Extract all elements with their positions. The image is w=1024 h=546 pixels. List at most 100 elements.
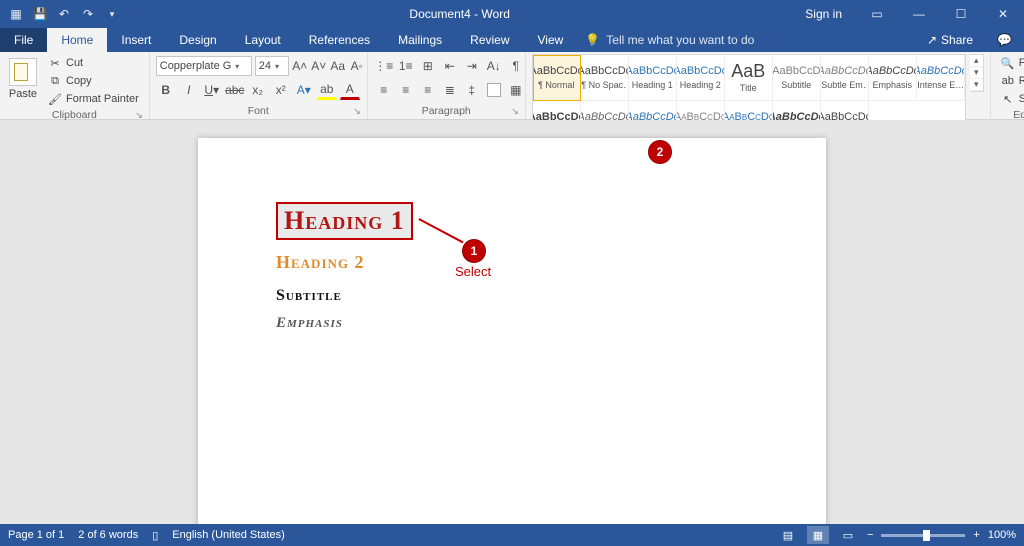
save-icon[interactable]: 💾 <box>30 3 50 25</box>
status-words[interactable]: 2 of 6 words <box>78 529 138 541</box>
shading-button[interactable] <box>484 80 504 100</box>
italic-button[interactable]: I <box>179 80 199 100</box>
ribbon-options-icon[interactable]: ▭ <box>856 3 898 25</box>
align-right-button[interactable]: ≡ <box>418 80 438 100</box>
style-item[interactable]: AaBbCcDc¶ Normal <box>533 55 581 101</box>
page[interactable]: Heading 1 Heading 2 Subtitle Emphasis <box>198 138 826 524</box>
gallery-scroll-down[interactable]: ▾ <box>970 67 983 79</box>
sort-button[interactable]: A↓ <box>484 56 504 76</box>
zoom-slider[interactable] <box>881 534 965 537</box>
zoom-level[interactable]: 100% <box>988 529 1016 541</box>
align-left-button[interactable]: ≡ <box>374 80 394 100</box>
group-font: Copperplate G▾ 24▾ A˄ A˅ Aa A◦ B I U▾ ab… <box>150 52 368 119</box>
group-editing: 🔍Find▾ abReplace ↖Select▾ Editing <box>991 52 1024 119</box>
multilevel-button[interactable]: ⊞ <box>418 56 438 76</box>
replace-button[interactable]: abReplace <box>997 72 1024 90</box>
zoom-in-button[interactable]: + <box>973 529 979 541</box>
justify-button[interactable]: ≣ <box>440 80 460 100</box>
close-icon[interactable]: ✕ <box>982 3 1024 25</box>
tab-layout[interactable]: Layout <box>231 28 295 52</box>
shrink-font-icon[interactable]: A˅ <box>311 56 327 76</box>
document-canvas[interactable]: Heading 1 Heading 2 Subtitle Emphasis <box>0 120 1024 524</box>
bullets-button[interactable]: ⋮≡ <box>374 56 394 76</box>
window-title: Document4 - Word <box>128 7 791 21</box>
zoom-out-button[interactable]: − <box>867 529 873 541</box>
style-item[interactable]: AaBbCcDcIntense E… <box>917 55 965 101</box>
cursor-icon: ↖ <box>1001 92 1015 106</box>
tab-insert[interactable]: Insert <box>107 28 165 52</box>
brush-icon: 🖌 <box>48 92 62 106</box>
style-item[interactable]: AaBbCcDcEmphasis <box>869 55 917 101</box>
style-item[interactable]: AaBbCcDcSubtle Em… <box>821 55 869 101</box>
gallery-scroll-up[interactable]: ▴ <box>970 55 983 67</box>
replace-icon: ab <box>1001 74 1015 88</box>
font-size-combo[interactable]: 24▾ <box>255 56 289 76</box>
borders-button[interactable]: ▦ <box>506 80 526 100</box>
style-item[interactable]: AaBbCcDc¶ No Spac… <box>581 55 629 101</box>
increase-indent-button[interactable]: ⇥ <box>462 56 482 76</box>
title-bar: ▦ 💾 ↶ ↷ ▾ Document4 - Word Sign in ▭ — ☐… <box>0 0 1024 28</box>
subtitle-text: Subtitle <box>276 287 748 305</box>
sign-in-button[interactable]: Sign in <box>791 7 856 21</box>
clear-format-icon[interactable]: A◦ <box>349 56 365 76</box>
align-center-button[interactable]: ≡ <box>396 80 416 100</box>
tab-mailings[interactable]: Mailings <box>384 28 456 52</box>
view-read-icon[interactable]: ▤ <box>777 526 799 544</box>
change-case-icon[interactable]: Aa <box>330 56 346 76</box>
style-item[interactable]: AaBbCcDSubtitle <box>773 55 821 101</box>
maximize-icon[interactable]: ☐ <box>940 3 982 25</box>
paste-button[interactable]: Paste <box>6 54 40 100</box>
status-page[interactable]: Page 1 of 1 <box>8 529 64 541</box>
group-label: Paragraph <box>422 105 471 117</box>
heading1-text: Heading 1 <box>284 206 405 235</box>
style-item[interactable]: AaBTitle <box>725 55 773 101</box>
style-item[interactable]: AaBbCcDcHeading 1 <box>629 55 677 101</box>
underline-button[interactable]: U▾ <box>202 80 222 100</box>
subscript-button[interactable]: x₂ <box>248 80 268 100</box>
redo-icon[interactable]: ↷ <box>78 3 98 25</box>
autosave-icon[interactable]: ▦ <box>6 3 26 25</box>
status-language[interactable]: English (United States) <box>172 529 285 541</box>
font-name-combo[interactable]: Copperplate G▾ <box>156 56 252 76</box>
superscript-button[interactable]: x² <box>271 80 291 100</box>
decrease-indent-button[interactable]: ⇤ <box>440 56 460 76</box>
highlight-button[interactable]: ab <box>317 80 337 100</box>
cut-button[interactable]: ✂Cut <box>44 54 143 72</box>
tab-file[interactable]: File <box>0 28 47 52</box>
line-spacing-button[interactable]: ‡ <box>462 80 482 100</box>
minimize-icon[interactable]: — <box>898 3 940 25</box>
format-painter-button[interactable]: 🖌Format Painter <box>44 90 143 108</box>
heading2-text: Heading 2 <box>276 252 748 273</box>
dialog-launcher-icon[interactable]: ↘ <box>511 106 519 117</box>
undo-icon[interactable]: ↶ <box>54 3 74 25</box>
tab-references[interactable]: References <box>295 28 384 52</box>
show-marks-button[interactable]: ¶ <box>506 56 526 76</box>
tab-design[interactable]: Design <box>165 28 230 52</box>
tab-view[interactable]: View <box>524 28 578 52</box>
style-item[interactable]: AaBbCcDcHeading 2 <box>677 55 725 101</box>
share-button[interactable]: ↗Share <box>915 28 985 52</box>
gallery-more-button[interactable]: ▾ <box>970 79 983 91</box>
text-effects-button[interactable]: A▾ <box>294 80 314 100</box>
tab-home[interactable]: Home <box>47 28 107 52</box>
comments-icon[interactable]: 💬 <box>985 28 1024 52</box>
annotation-callout-1: 1 <box>463 240 485 262</box>
status-proofing-icon[interactable]: ▯ <box>152 529 158 542</box>
grow-font-icon[interactable]: A˄ <box>292 56 308 76</box>
view-web-icon[interactable]: ▭ <box>837 526 859 544</box>
dialog-launcher-icon[interactable]: ↘ <box>353 106 361 117</box>
tell-me[interactable]: 💡Tell me what you want to do <box>577 28 762 52</box>
strike-button[interactable]: abc <box>225 80 245 100</box>
font-color-button[interactable]: A <box>340 80 360 100</box>
status-bar: Page 1 of 1 2 of 6 words ▯ English (Unit… <box>0 524 1024 546</box>
bold-button[interactable]: B <box>156 80 176 100</box>
annotation-callout-2: 2 <box>649 141 671 163</box>
find-button[interactable]: 🔍Find▾ <box>997 54 1024 72</box>
heading1-selection[interactable]: Heading 1 <box>276 202 413 240</box>
view-print-icon[interactable]: ▦ <box>807 526 829 544</box>
numbering-button[interactable]: 1≡ <box>396 56 416 76</box>
select-button[interactable]: ↖Select▾ <box>997 90 1024 108</box>
tab-review[interactable]: Review <box>456 28 523 52</box>
copy-button[interactable]: ⧉Copy <box>44 72 143 90</box>
qat-customize-icon[interactable]: ▾ <box>102 3 122 25</box>
